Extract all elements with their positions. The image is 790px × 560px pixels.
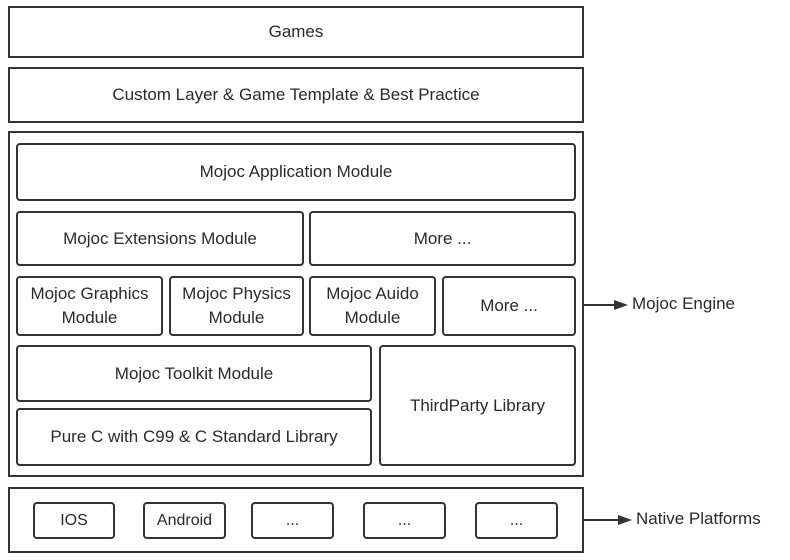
application-module-label: Mojoc Application Module [199, 162, 393, 181]
modules-more: More ... [442, 276, 576, 336]
physics-module-label: Mojoc Physics Module [182, 284, 291, 327]
custom-layer-label: Custom Layer & Game Template & Best Prac… [112, 85, 480, 104]
platform-more-2: ... [363, 502, 446, 539]
platform-ios: IOS [33, 502, 115, 539]
pure-c-label: Pure C with C99 & C Standard Library [50, 427, 338, 446]
graphics-module: Mojoc Graphics Module [16, 276, 163, 336]
engine-label: Mojoc Engine [632, 294, 736, 313]
platform-android: Android [143, 502, 226, 539]
native-arrow-line [584, 519, 620, 521]
games-layer: Games [8, 6, 584, 58]
extensions-module-label: Mojoc Extensions Module [63, 228, 257, 248]
platform-more-1: ... [251, 502, 334, 539]
audio-module: Mojoc Auido Module [309, 276, 436, 336]
platform-more-3: ... [475, 502, 558, 539]
third-party-library: ThirdParty Library [379, 345, 576, 466]
pure-c-layer: Pure C with C99 & C Standard Library [16, 408, 372, 466]
platform-label: ... [285, 511, 300, 529]
extensions-more-label: More ... [413, 228, 472, 248]
games-label: Games [268, 22, 324, 41]
extensions-more: More ... [309, 211, 576, 266]
native-label: Native Platforms [636, 509, 761, 528]
native-arrow-head-icon [618, 515, 632, 525]
audio-module-label: Mojoc Auido Module [326, 284, 419, 327]
modules-more-label: More ... [480, 296, 538, 315]
extensions-module: Mojoc Extensions Module [16, 211, 304, 266]
platform-label: IOS [60, 511, 88, 529]
platform-label: ... [509, 511, 524, 529]
toolkit-module: Mojoc Toolkit Module [16, 345, 372, 402]
engine-arrow-line [584, 304, 616, 306]
platform-label: ... [397, 511, 412, 529]
custom-layer: Custom Layer & Game Template & Best Prac… [8, 67, 584, 123]
third-party-label: ThirdParty Library [409, 395, 546, 415]
application-module: Mojoc Application Module [16, 143, 576, 201]
physics-module: Mojoc Physics Module [169, 276, 304, 336]
engine-arrow-head-icon [614, 300, 628, 310]
toolkit-module-label: Mojoc Toolkit Module [114, 363, 274, 383]
platform-label: Android [156, 511, 213, 529]
graphics-module-label: Mojoc Graphics Module [30, 284, 149, 327]
